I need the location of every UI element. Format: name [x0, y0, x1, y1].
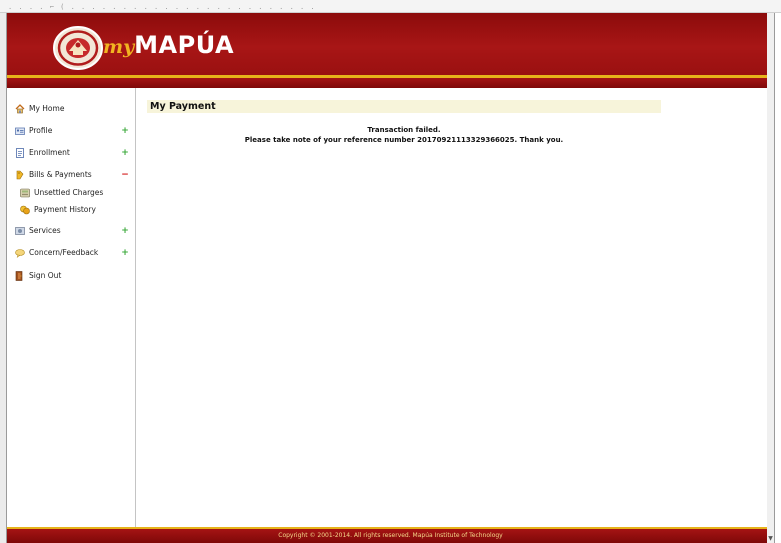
sidebar-item-label: Concern/Feedback	[29, 248, 99, 257]
sidebar-item-label: Payment History	[34, 205, 96, 214]
money-icon	[15, 170, 25, 180]
home-icon	[15, 104, 25, 114]
scroll-down-arrow-icon[interactable]: ▼	[767, 535, 774, 543]
expand-plus-icon[interactable]: +	[121, 224, 129, 238]
sidebar-item-label: Enrollment	[29, 148, 70, 157]
browser-top-strip: . . . . ⌐ ( . . . . . . . . . . . . . . …	[0, 0, 781, 13]
vertical-scrollbar[interactable]: ▼	[767, 13, 774, 543]
sidebar-nav: My Home Profile + Enrollment + Bills & P…	[7, 88, 136, 540]
exit-door-icon	[15, 271, 25, 281]
sidebar-item-profile[interactable]: Profile +	[15, 124, 129, 138]
services-icon	[15, 226, 25, 236]
transaction-status-message: Transaction failed.	[367, 126, 441, 134]
sidebar-item-concern-feedback[interactable]: Concern/Feedback +	[15, 246, 129, 260]
sidebar-item-label: My Home	[29, 104, 65, 113]
top-strip-dots: . . . . ⌐ ( . . . . . . . . . . . . . . …	[8, 3, 316, 11]
main-content: My Payment Transaction failed. Please ta…	[147, 88, 767, 540]
copyright-text: Copyright © 2001-2014. All rights reserv…	[278, 532, 503, 539]
site-header: myMAPÚA	[7, 13, 774, 75]
collapse-minus-icon[interactable]: −	[121, 168, 129, 182]
expand-plus-icon[interactable]: +	[121, 246, 129, 260]
chat-bubble-icon	[15, 248, 25, 259]
expand-plus-icon[interactable]: +	[121, 124, 129, 138]
id-card-icon	[15, 126, 25, 136]
reference-number-message: Please take note of your reference numbe…	[244, 136, 564, 144]
sidebar-item-enrollment[interactable]: Enrollment +	[15, 146, 129, 160]
sidebar-item-label: Bills & Payments	[29, 170, 92, 179]
sidebar-item-label: Profile	[29, 126, 53, 135]
header-red-stripe	[7, 78, 774, 88]
sidebar-item-services[interactable]: Services +	[15, 224, 129, 238]
sidebar-subitem-payment-history[interactable]: Payment History	[20, 203, 125, 217]
page-frame: myMAPÚA My Home Profile + Enrollment + B…	[6, 13, 775, 543]
logo-prefix: my	[103, 36, 135, 58]
sidebar-item-bills-payments[interactable]: Bills & Payments −	[15, 168, 129, 182]
sidebar-item-my-home[interactable]: My Home	[15, 102, 129, 116]
document-icon	[15, 148, 25, 158]
logo-brand: MAPÚA	[134, 31, 235, 59]
expand-plus-icon[interactable]: +	[121, 146, 129, 160]
page-title: My Payment	[150, 101, 216, 112]
coins-icon	[20, 205, 30, 215]
sidebar-item-sign-out[interactable]: Sign Out	[15, 269, 129, 283]
sidebar-subitem-unsettled-charges[interactable]: Unsettled Charges	[20, 186, 125, 200]
sidebar-item-label: Unsettled Charges	[34, 188, 104, 197]
sidebar-item-label: Services	[29, 226, 61, 235]
university-seal-icon	[51, 25, 103, 71]
page-title-bar: My Payment	[147, 100, 661, 113]
site-footer: Copyright © 2001-2014. All rights reserv…	[7, 527, 774, 543]
mymapua-logo[interactable]: myMAPÚA	[103, 31, 234, 65]
sidebar-item-label: Sign Out	[29, 271, 62, 280]
calculator-icon	[20, 188, 30, 198]
